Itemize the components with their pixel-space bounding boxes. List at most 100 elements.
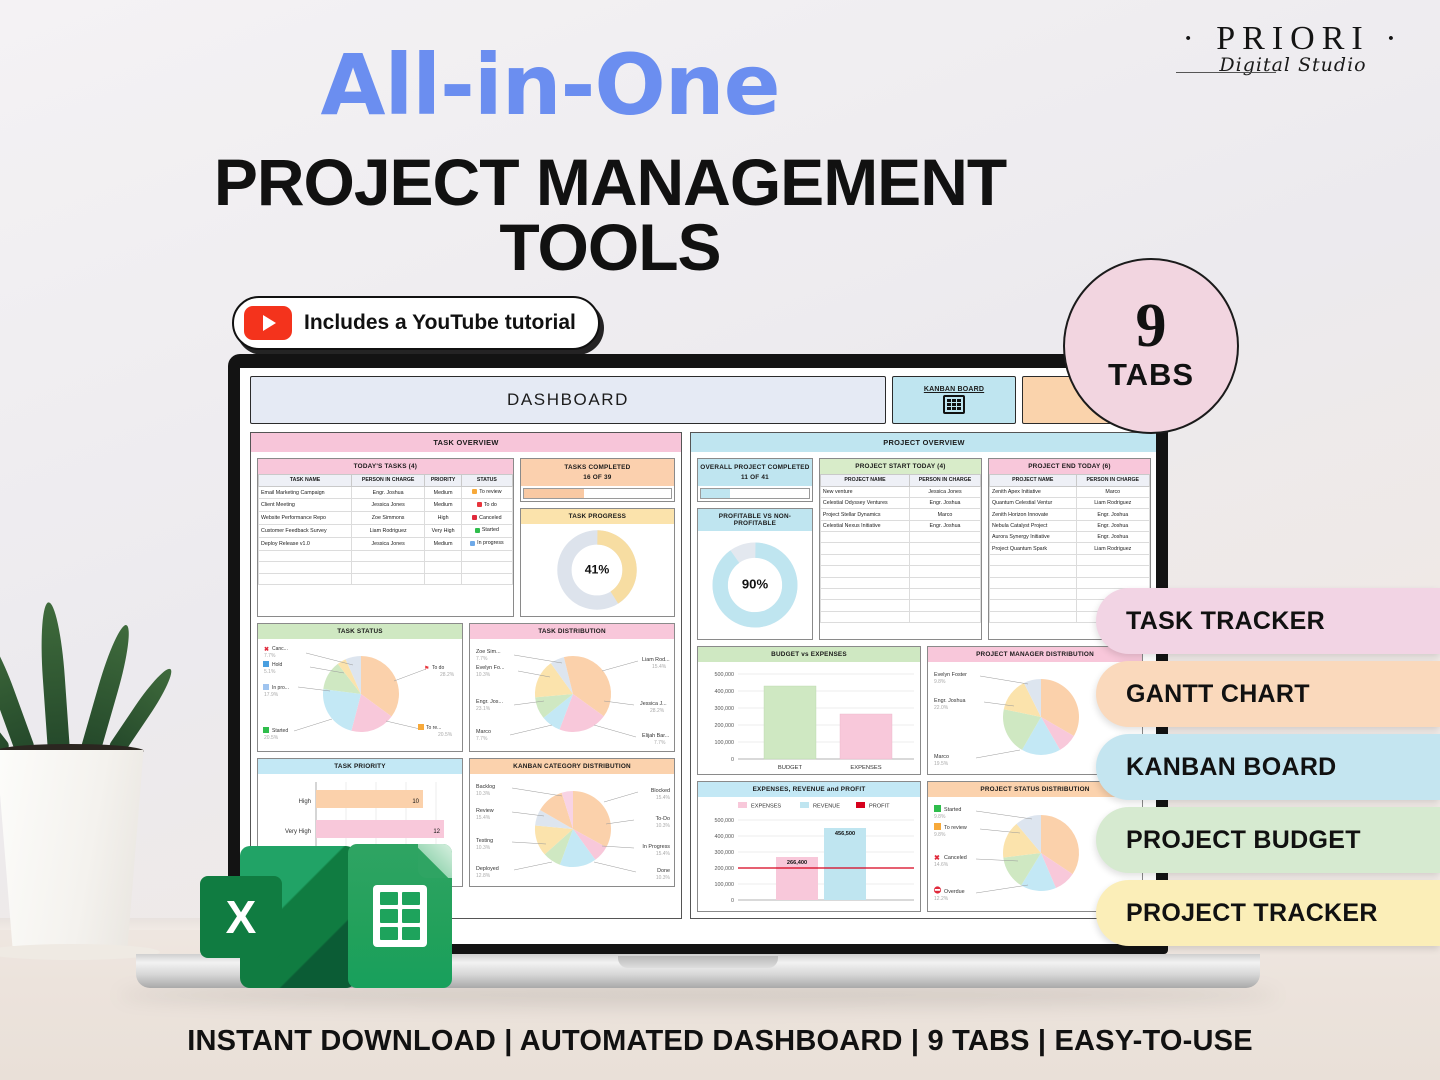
table-row[interactable]: Project Stellar Dynamics Marco: [819, 508, 981, 521]
status-badge: Started: [461, 524, 513, 539]
tab-dashboard[interactable]: DASHBOARD: [250, 376, 886, 424]
table-row-empty[interactable]: [819, 542, 981, 555]
cell-person: Engr. Joshua: [1075, 519, 1151, 533]
eyebrow-title: All-in-One: [320, 36, 780, 134]
table-row[interactable]: Email Marketing Campaign Engr. Joshua Medi…: [257, 485, 513, 500]
project-start-body: New venture Jessica Jones Celestial Odysse…: [819, 485, 981, 624]
task-status-pie: Canc... Hold In pro... Started To do To …: [263, 646, 455, 741]
youtube-tutorial-badge[interactable]: Includes a YouTube tutorial: [232, 296, 600, 350]
feature-pill-project-budget[interactable]: PROJECT BUDGET: [1096, 807, 1440, 873]
col-person: PERSON IN CHARGE: [351, 474, 426, 487]
cell-empty: [351, 549, 426, 563]
task-distribution-title: TASK DISTRIBUTION: [470, 624, 674, 640]
kanban-pct-1: 15.4%: [476, 815, 491, 821]
kanban-label-0: Backlog: [476, 784, 495, 790]
budget-bar-chart: 500,000 400,000 300,000 200,000 100,000 …: [715, 672, 914, 771]
google-sheets-icon: [348, 844, 452, 988]
psd-label-2: Canceled: [944, 855, 967, 861]
task-dist-label-2: Engr. Jos...: [476, 699, 503, 705]
budget-ytick-3: 300,000: [715, 706, 735, 712]
feature-pill-project-tracker[interactable]: PROJECT TRACKER: [1096, 880, 1440, 946]
psd-label-0: Started: [944, 807, 961, 813]
tasks-completed-value: 16 OF 39: [583, 473, 612, 481]
task-progress-value: 41%: [585, 562, 610, 576]
cell-empty: [909, 531, 981, 544]
cell-empty: [988, 565, 1077, 578]
table-row[interactable]: Zenith Apex Initiative Marco: [988, 485, 1151, 498]
feature-pill-gantt-chart[interactable]: GANTT CHART: [1096, 661, 1440, 727]
budget-ytick-0: 0: [731, 757, 734, 763]
page-title-line2: TOOLS: [499, 209, 721, 284]
table-row[interactable]: Zenith Horizon Innovate Engr. Joshua: [988, 508, 1151, 521]
hold-square-icon: [263, 661, 269, 668]
table-row-empty[interactable]: [257, 549, 513, 563]
cell-person: Jessica Jones: [351, 537, 426, 551]
table-row[interactable]: Celestial Nexus Initiative Engr. Joshua: [819, 519, 981, 533]
task-overview-title: TASK OVERVIEW: [251, 433, 681, 452]
task-distribution-pie: Zoe Sim... Evelyn Fo... Engr. Jos... Mar…: [476, 649, 670, 746]
table-row[interactable]: Aurora Synergy Initiative Engr. Joshua: [988, 531, 1151, 544]
cell-empty: [819, 599, 911, 612]
tab-kanban-board[interactable]: KANBAN BOARD: [892, 376, 1016, 424]
cell-project: Aurora Synergy Initiative: [988, 531, 1077, 544]
cell-empty: [819, 587, 911, 601]
task-status-pct-0: 7.7%: [264, 653, 276, 659]
kanban-category-pie: Backlog Review Testing Deployed Blocked …: [476, 784, 671, 881]
task-status-pct-2: 17.9%: [264, 692, 279, 698]
table-row-empty[interactable]: [257, 561, 513, 574]
table-row[interactable]: Project Quantum Spark Liam Rodriguez: [988, 542, 1151, 555]
card-tasks-completed: TASKS COMPLETED 16 OF 39: [519, 458, 675, 503]
card-task-progress: TASK PROGRESS 41%: [519, 508, 675, 618]
app-icons: X: [200, 832, 460, 1002]
table-row-empty[interactable]: [819, 599, 981, 612]
kanban-label-1: Review: [476, 808, 494, 814]
table-row-empty[interactable]: [819, 587, 981, 601]
table-row[interactable]: Customer Feedback Survey Liam Rodriguez Ve…: [257, 524, 513, 539]
table-row-empty[interactable]: [988, 576, 1151, 589]
erp-ytick-0: 0: [731, 898, 734, 904]
table-row-empty[interactable]: [819, 565, 981, 578]
table-row-empty[interactable]: [988, 553, 1151, 567]
table-row-empty[interactable]: [819, 576, 981, 589]
kanban-pct-6: 15.4%: [656, 851, 671, 857]
task-dist-pct-4: 15.4%: [652, 664, 667, 670]
task-dist-pct-0: 7.7%: [476, 656, 488, 662]
canceled-x-icon: ✖: [264, 646, 269, 653]
table-row-empty[interactable]: [819, 531, 981, 544]
in-progress-icon: [263, 684, 269, 691]
psd-pct-2: 14.6%: [934, 862, 949, 868]
header: All-in-One PROJECT MANAGEMENT TOOLS · PR…: [0, 0, 1440, 300]
tab-kanban-board-label: KANBAN BOARD: [923, 386, 985, 393]
cell-project: Project Stellar Dynamics: [819, 508, 911, 521]
todays-tasks-title: TODAY'S TASKS (4): [258, 459, 513, 474]
cell-project: Celestial Odyssey Ventures: [819, 496, 911, 510]
feature-pill-kanban-board[interactable]: KANBAN BOARD: [1096, 734, 1440, 800]
table-row-empty[interactable]: [819, 553, 981, 567]
cell-task: Customer Feedback Survey: [257, 524, 353, 539]
table-row[interactable]: Celestial Odyssey Ventures Engr. Joshua: [819, 496, 981, 510]
psd-label-1: To review: [944, 825, 967, 831]
table-row[interactable]: New venture Jessica Jones: [819, 485, 981, 498]
table-row-empty[interactable]: [819, 610, 981, 624]
table-row-empty[interactable]: [257, 572, 513, 586]
task-dist-pct-6: 7.7%: [654, 740, 666, 746]
cell-empty: [819, 610, 911, 624]
table-row[interactable]: Website Performance Repo Zoe Simmons High C…: [257, 511, 513, 526]
cell-project: Nebula Catalyst Project: [988, 519, 1077, 533]
feature-pill-task-tracker[interactable]: TASK TRACKER: [1096, 588, 1440, 654]
table-row[interactable]: Deploy Release v1.0 Jessica Jones Medium In…: [257, 537, 513, 551]
table-row-empty[interactable]: [988, 565, 1151, 578]
task-status-pct-5: 20.5%: [438, 732, 453, 738]
kanban-category-title: KANBAN CATEGORY DISTRIBUTION: [470, 759, 674, 775]
kanban-label-7: Done: [657, 868, 670, 874]
task-priority-val-0: 10: [412, 799, 419, 805]
to-review-icon: [418, 724, 424, 731]
table-row[interactable]: Quantum Celestial Ventur Liam Rodriguez: [988, 496, 1151, 510]
table-row[interactable]: Nebula Catalyst Project Engr. Joshua: [988, 519, 1151, 533]
cell-person: Engr. Joshua: [909, 519, 981, 533]
col-project-name-end: PROJECT NAME: [988, 474, 1077, 487]
legend-label-revenue: REVENUE: [813, 804, 840, 810]
status-badge: To review: [461, 485, 513, 500]
table-row[interactable]: Client Meeting Jessica Jones Medium To do: [257, 498, 513, 513]
erp-legend: EXPENSES REVENUE PROFIT: [738, 802, 890, 810]
